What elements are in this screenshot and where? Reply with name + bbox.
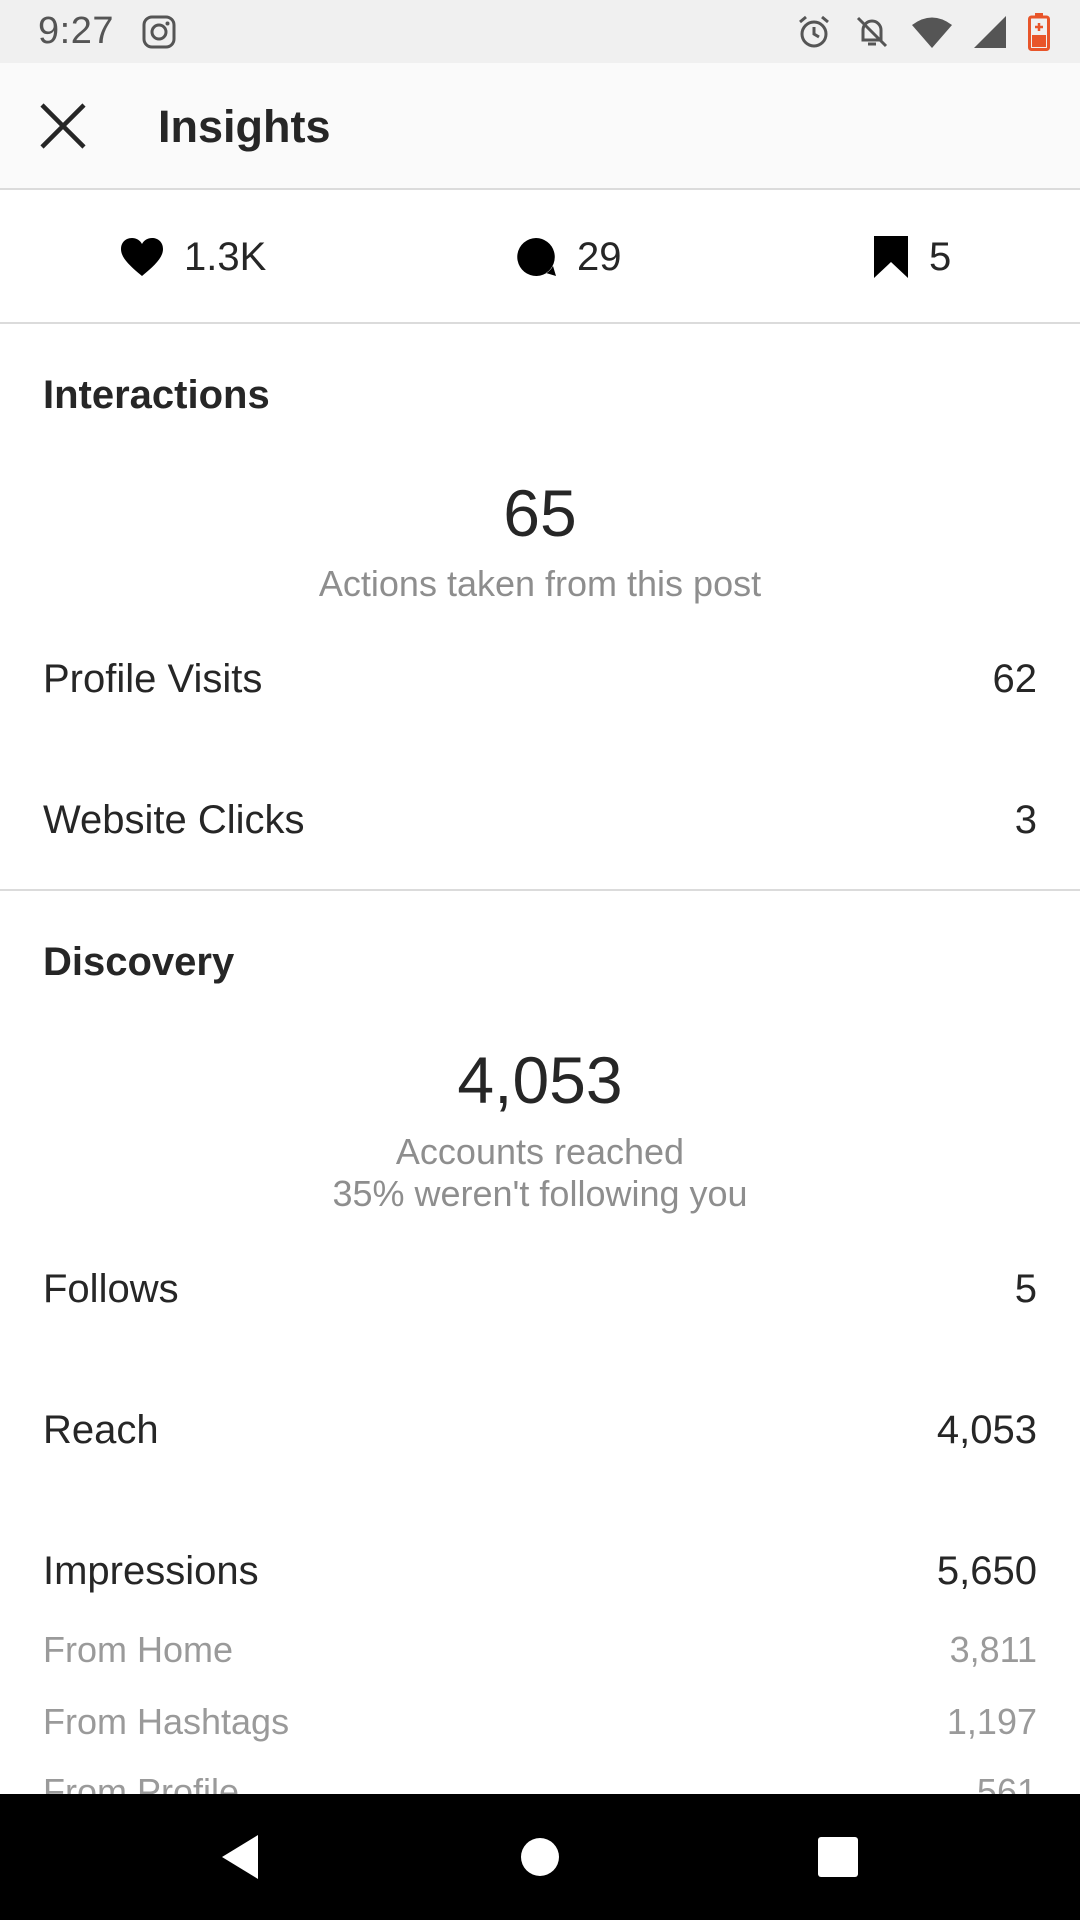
discovery-caption-not-following: 35% weren't following you: [332, 1173, 748, 1214]
row-label: Website Clicks: [43, 798, 305, 842]
app-bar: Insights: [0, 63, 1080, 190]
row-label: From Home: [43, 1629, 234, 1670]
recents-button[interactable]: [778, 1794, 898, 1920]
recents-icon: [818, 1837, 858, 1877]
row-label: From Hashtags: [43, 1701, 290, 1742]
notifications-off-icon: [854, 14, 890, 50]
page-title: Insights: [158, 101, 331, 152]
row-value: 62: [992, 657, 1038, 701]
reach-row: Reach 4,053: [43, 1408, 1037, 1453]
status-bar: 9:27: [0, 0, 1080, 63]
home-button[interactable]: [480, 1794, 600, 1920]
comments-stat: 29: [515, 190, 622, 324]
interactions-title: Interactions: [43, 373, 270, 417]
close-button[interactable]: [38, 101, 88, 151]
interactions-total: 65: [503, 476, 577, 550]
row-value: 3: [1014, 798, 1037, 842]
post-summary-stats: 1.3K 29 5: [0, 190, 1080, 324]
impressions-row: Impressions 5,650: [43, 1549, 1037, 1594]
row-value: 3,811: [949, 1629, 1037, 1670]
row-label: Reach: [43, 1408, 159, 1452]
discovery-title: Discovery: [43, 940, 235, 984]
from-home-row: From Home 3,811: [43, 1629, 1037, 1671]
row-label: Impressions: [43, 1549, 259, 1593]
insights-screen: 9:27 Insights 1.3K 29 5 Interactions 65 …: [0, 0, 1080, 1920]
comment-icon: [517, 238, 556, 276]
interactions-caption: Actions taken from this post: [318, 563, 762, 604]
discovery-caption-reached: Accounts reached: [395, 1131, 685, 1172]
home-icon: [521, 1838, 559, 1876]
profile-visits-row: Profile Visits 62: [43, 657, 1037, 702]
website-clicks-row: Website Clicks 3: [43, 798, 1037, 843]
instagram-icon: [142, 15, 176, 49]
row-value: 1,197: [946, 1701, 1037, 1742]
back-button[interactable]: [180, 1794, 300, 1920]
saves-count: 5: [929, 234, 952, 279]
follows-row: Follows 5: [43, 1267, 1037, 1312]
discovery-total: 4,053: [457, 1043, 623, 1117]
heart-icon: [121, 238, 163, 276]
saves-stat: 5: [873, 190, 951, 324]
from-hashtags-row: From Hashtags 1,197: [43, 1701, 1037, 1743]
row-label: Follows: [43, 1267, 179, 1311]
system-navigation-bar: [0, 1794, 1080, 1920]
likes-stat: 1.3K: [120, 190, 266, 324]
section-divider: [0, 889, 1080, 891]
row-value: 5: [1014, 1267, 1037, 1311]
alarm-icon: [796, 14, 832, 50]
comments-count: 29: [577, 234, 622, 279]
wifi-icon: [912, 16, 952, 48]
close-icon: [40, 103, 86, 149]
likes-count: 1.3K: [184, 234, 267, 279]
row-value: 4,053: [936, 1408, 1037, 1452]
bookmark-icon: [874, 236, 908, 278]
row-label: Profile Visits: [43, 657, 263, 701]
back-icon: [222, 1835, 258, 1879]
status-time: 9:27: [38, 10, 114, 52]
row-value: 5,650: [936, 1549, 1037, 1593]
battery-icon: [1028, 12, 1050, 51]
signal-icon: [974, 15, 1006, 48]
